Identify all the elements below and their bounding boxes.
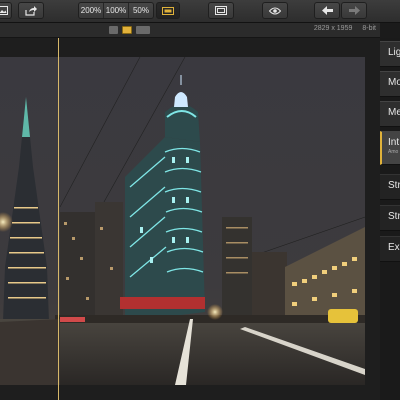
open-image-button[interactable] (0, 2, 12, 19)
undo-icon (321, 6, 333, 15)
panel-item-label: Lig (388, 47, 400, 58)
share-button[interactable] (18, 2, 44, 19)
view-options-bar: 2829 x 1959 8-bit (0, 23, 380, 38)
image-canvas[interactable] (0, 38, 380, 400)
before-after-split-handle[interactable] (58, 38, 59, 400)
panel-item-label: Me (388, 107, 400, 118)
panel-item-6[interactable]: Ex (380, 236, 400, 262)
zoom-selector: 200% 100% 50% (78, 2, 154, 19)
eye-icon (269, 7, 281, 14)
frame-view-icon (215, 6, 227, 15)
panel-item-label: Mo (388, 77, 400, 88)
redo-button[interactable] (341, 2, 367, 19)
undo-button[interactable] (314, 2, 340, 19)
side-by-side-view-icon[interactable] (136, 26, 150, 34)
preview-toggle-button[interactable] (262, 2, 288, 19)
layout-mode-selector (109, 26, 150, 34)
city-night-photo (0, 57, 365, 385)
panel-item-label: Ex (388, 242, 400, 253)
panel-item-4[interactable]: Str (380, 174, 400, 200)
panel-item-label: Str (388, 211, 400, 222)
panel-item-label: Str (388, 180, 400, 191)
zoom-200-button[interactable]: 200% (79, 3, 104, 18)
panel-item-3-selected[interactable]: Int Amo (380, 131, 400, 165)
zoom-50-button[interactable]: 50% (129, 3, 153, 18)
open-image-icon (0, 6, 8, 15)
adjustments-panel: Lig Mo Me Int Amo Str Str Ex (380, 38, 400, 400)
redo-icon (348, 6, 360, 15)
main-toolbar: 200% 100% 50% (0, 0, 400, 23)
frame-view-button[interactable] (208, 2, 234, 19)
image-dimensions: 2829 x 1959 (313, 25, 353, 32)
fit-to-screen-button[interactable] (156, 2, 180, 19)
panel-item-sublabel: Amo (388, 149, 399, 155)
panel-item-2[interactable]: Me (380, 101, 400, 127)
panel-item-1[interactable]: Mo (380, 71, 400, 97)
share-icon (25, 5, 37, 16)
single-view-icon[interactable] (109, 26, 118, 34)
image-bit-depth: 8-bit (362, 25, 376, 32)
image-info: 2829 x 1959 8-bit (314, 25, 376, 32)
fit-to-screen-icon (162, 6, 174, 15)
zoom-100-button[interactable]: 100% (104, 3, 129, 18)
split-view-icon[interactable] (122, 26, 132, 34)
photo-preview (0, 57, 365, 385)
panel-item-0[interactable]: Lig (380, 41, 400, 67)
panel-item-5[interactable]: Str (380, 205, 400, 231)
